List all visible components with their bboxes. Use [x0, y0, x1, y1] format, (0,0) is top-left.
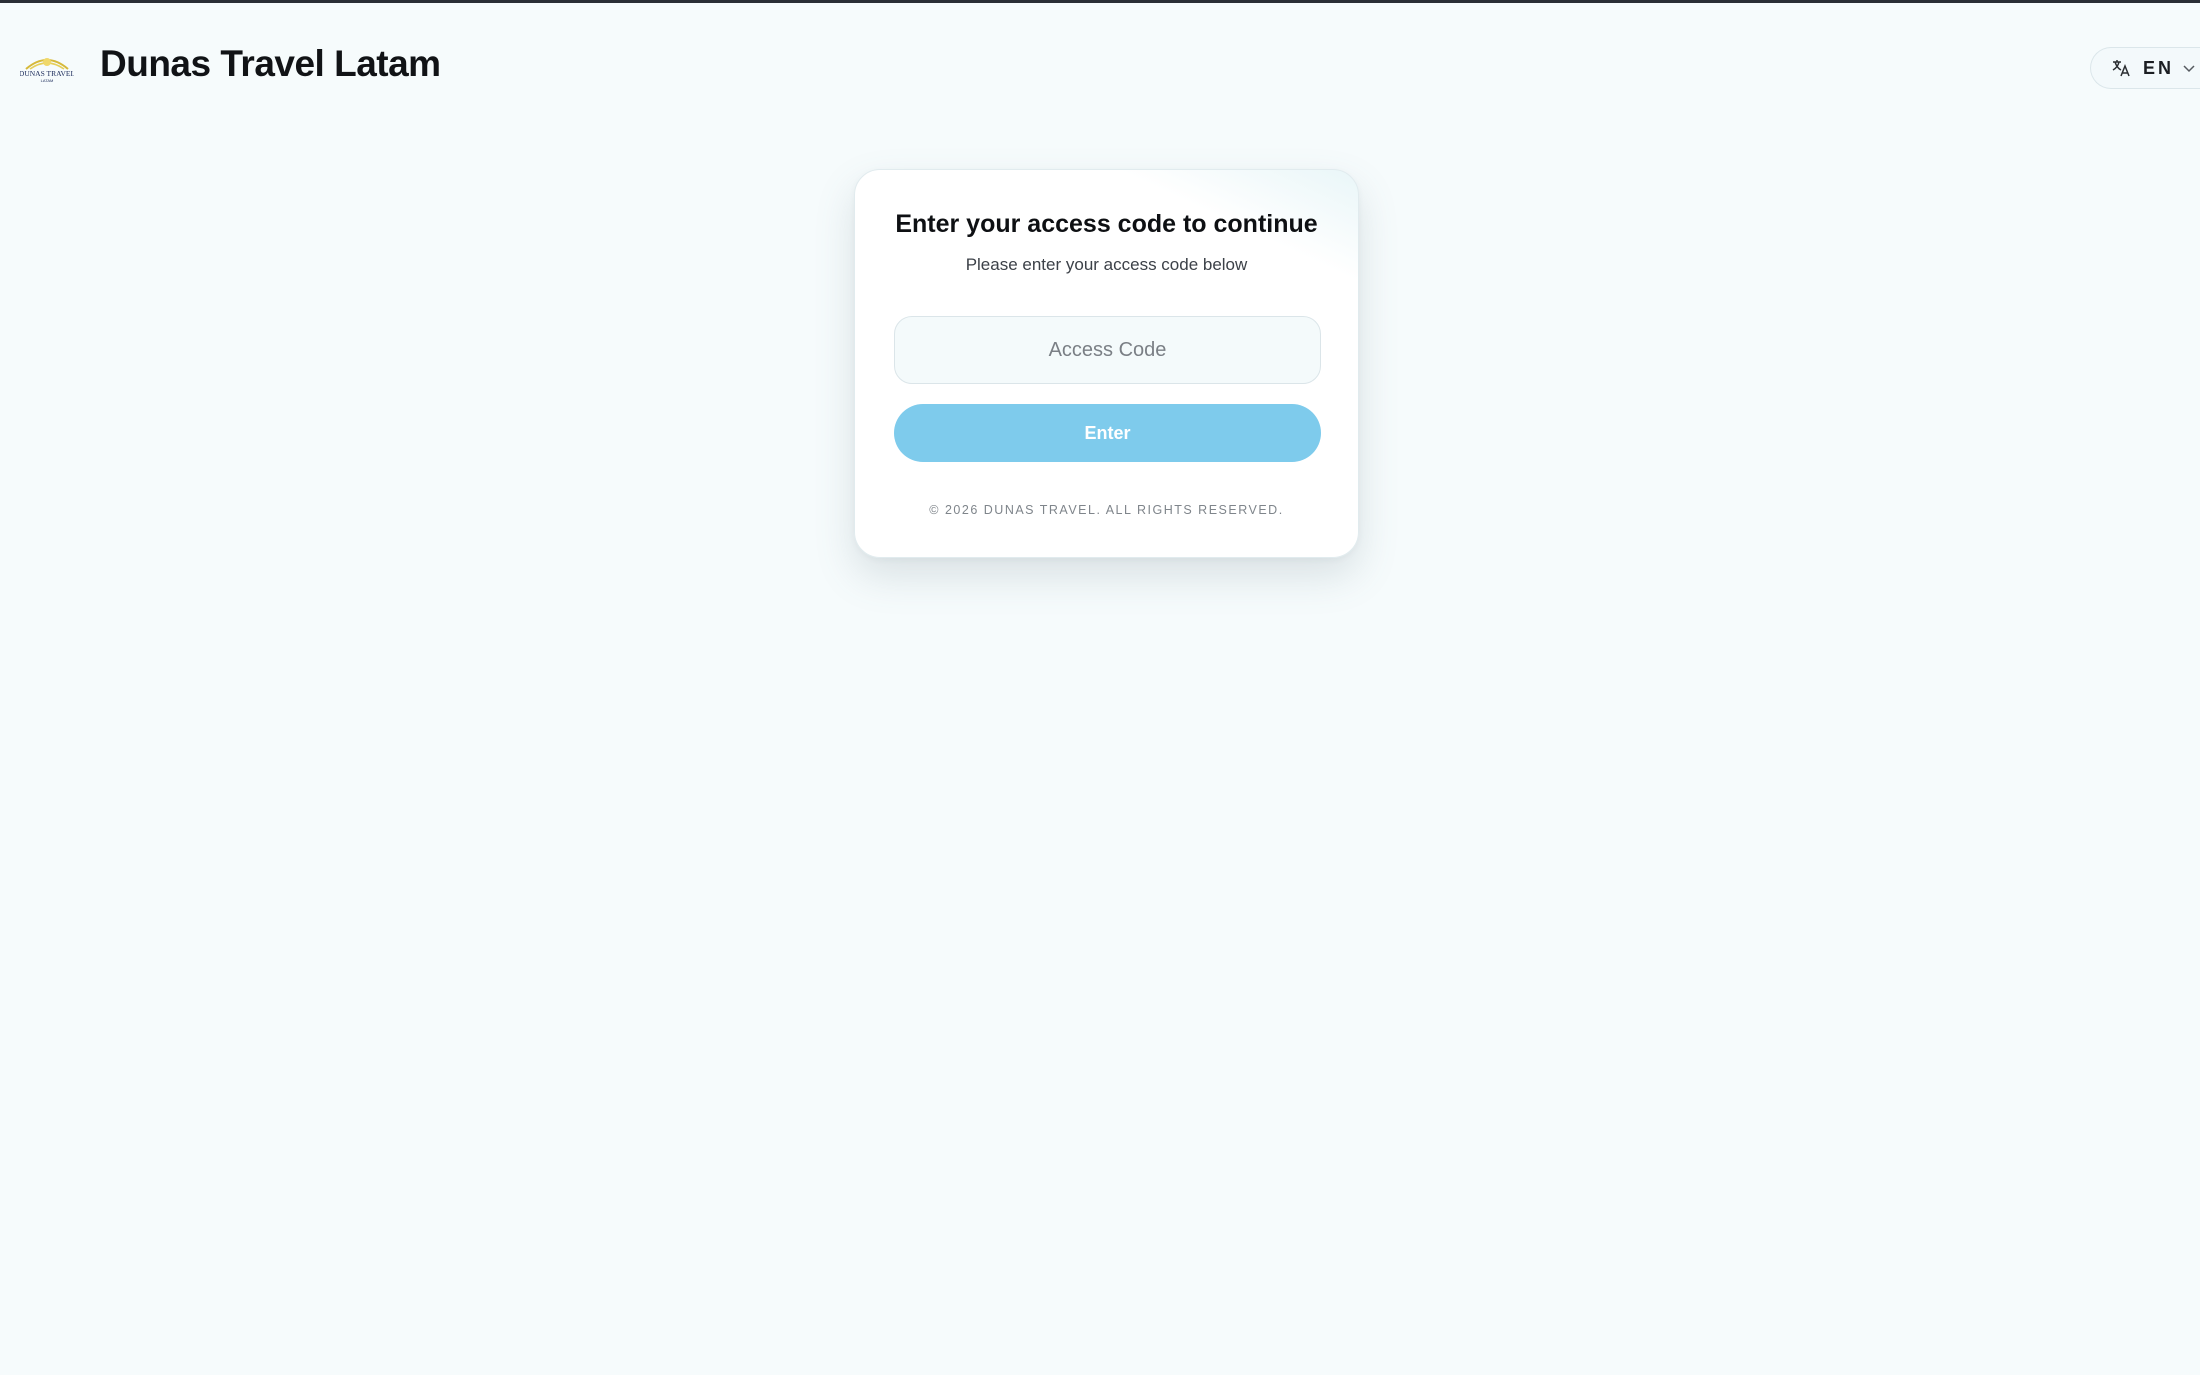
enter-button[interactable]: Enter: [894, 404, 1321, 462]
brand-title: Dunas Travel Latam: [100, 43, 441, 84]
logo-subtext: LATAM: [41, 78, 54, 83]
brand-logo[interactable]: DUNAS TRAVEL LATAM: [19, 45, 76, 85]
logo-text: DUNAS TRAVEL: [20, 69, 74, 78]
access-code-card: Enter your access code to continue Pleas…: [854, 169, 1359, 558]
header: DUNAS TRAVEL LATAM Dunas Travel Latam EN: [0, 3, 2200, 131]
card-subtitle: Please enter your access code below: [965, 255, 1248, 274]
language-code: EN: [2143, 57, 2175, 78]
card-title: Enter your access code to continue: [895, 210, 1318, 238]
chevron-down-icon: [2182, 61, 2196, 75]
access-code-input[interactable]: [894, 316, 1321, 384]
language-selector[interactable]: EN: [2090, 47, 2200, 89]
translate-icon: [2111, 58, 2131, 78]
copyright-text: © 2026 DUNAS TRAVEL. ALL RIGHTS RESERVED…: [929, 503, 1284, 517]
